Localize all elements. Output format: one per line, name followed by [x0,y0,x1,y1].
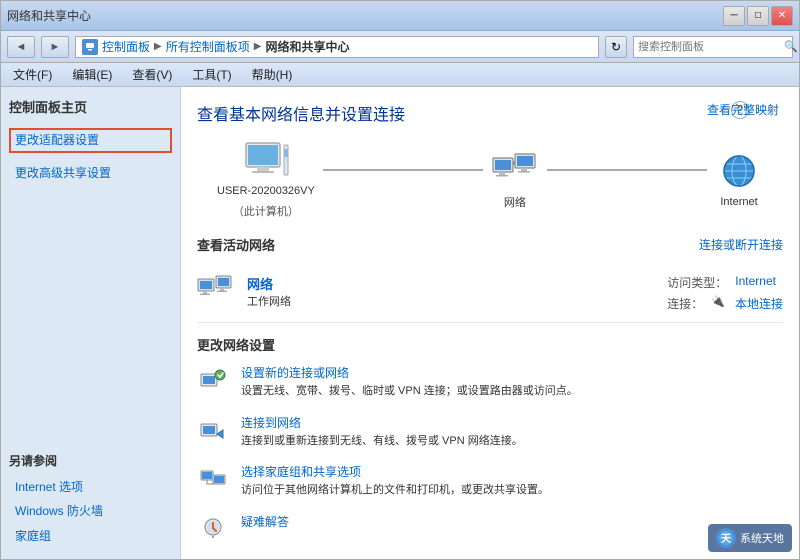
sidebar-link-sharing[interactable]: 更改高级共享设置 [9,161,172,186]
network-diagram: USER-20200326VY （此计算机） [197,141,783,219]
setting-link-0[interactable]: 设置新的连接或网络 [241,364,783,381]
content-title: 查看基本网络信息并设置连接 [197,101,783,125]
main-window: 网络和共享中心 ─ □ ✕ ◄ ► 控制面板 ▶ 所有控制面板项 ▶ 网络和共享… [0,0,800,560]
setting-item-1: 连接到网络 连接到或重新连接到无线、有线、拨号或 VPN 网络连接。 [197,414,783,450]
setting-item-3: 疑难解答 [197,513,783,545]
search-box: 🔍 [633,36,793,58]
setting-icon-0 [197,364,229,396]
net-label-internet: Internet [720,196,757,208]
network-card-icon [197,274,233,304]
search-icon[interactable]: 🔍 [784,40,798,53]
active-network-title: 查看活动网络 [197,235,275,254]
menu-edit[interactable]: 编辑(E) [68,64,116,85]
net-line-2 [547,169,707,171]
minimize-button[interactable]: ─ [723,6,745,26]
connect-value[interactable]: 本地连接 [735,295,783,312]
sidebar-also-section: 另请参阅 Internet 选项 Windows 防火墙 家庭组 [9,452,172,549]
menu-file[interactable]: 文件(F) [9,64,56,85]
setting-link-3[interactable]: 疑难解答 [241,513,783,530]
view-full-map-link[interactable]: 查看完整映射 [707,101,779,118]
network-type: 工作网络 [247,293,653,309]
connect-disconnect-link[interactable]: 连接或断开连接 [699,236,783,253]
net-sublabel-computer: （此计算机） [233,203,299,219]
access-type-value: Internet [735,274,776,291]
main-area: 控制面板主页 更改适配器设置 更改高级共享设置 另请参阅 Internet 选项… [1,87,799,559]
window-title: 网络和共享中心 [7,7,91,24]
breadcrumb-control-panel[interactable]: 控制面板 [102,38,150,55]
change-settings-title: 更改网络设置 [197,335,783,354]
net-line-1 [323,169,483,171]
breadcrumb-bar: 控制面板 ▶ 所有控制面板项 ▶ 网络和共享中心 [75,36,599,58]
breadcrumb-current: 网络和共享中心 [265,38,349,55]
title-bar: 网络和共享中心 ─ □ ✕ [1,1,799,31]
watermark-text: 系统天地 [740,530,784,546]
setting-desc-1: 连接到或重新连接到无线、有线、拨号或 VPN 网络连接。 [241,435,523,447]
setting-content-2: 选择家庭组和共享选项 访问位于其他网络计算机上的文件和打印机，或更改共享设置。 [241,463,783,499]
setting-content-1: 连接到网络 连接到或重新连接到无线、有线、拨号或 VPN 网络连接。 [241,414,783,450]
net-node-network: 网络 [491,150,539,210]
sidebar-also-title: 另请参阅 [9,452,172,469]
breadcrumb-icon [82,39,98,55]
internet-icon [715,152,763,190]
breadcrumb-sep1: ▶ [154,41,162,52]
active-network-header: 查看活动网络 连接或断开连接 [197,235,783,254]
sidebar-title: 控制面板主页 [9,97,172,116]
setting-icon-1 [197,414,229,446]
connect-row: 连接： 🔌 本地连接 [667,295,783,312]
watermark: 天 系统天地 [708,524,792,552]
computer-icon [242,141,290,179]
menu-bar: 文件(F) 编辑(E) 查看(V) 工具(T) 帮助(H) [1,63,799,87]
connect-label: 连接： [667,295,703,312]
title-bar-buttons: ─ □ ✕ [723,6,793,26]
sidebar: 控制面板主页 更改适配器设置 更改高级共享设置 另请参阅 Internet 选项… [1,87,181,559]
network-icon [491,150,539,188]
setting-content-3: 疑难解答 [241,513,783,532]
connect-icon: 🔌 [711,295,725,312]
back-button[interactable]: ◄ [7,36,35,58]
net-label-network: 网络 [504,194,526,210]
network-name[interactable]: 网络 [247,274,653,293]
title-bar-left: 网络和共享中心 [7,7,91,24]
access-type-row: 访问类型： Internet [667,274,783,291]
net-node-internet: Internet [715,152,763,208]
network-card: 网络 工作网络 访问类型： Internet 连接： 🔌 本地连接 [197,264,783,323]
setting-desc-0: 设置无线、宽带、拨号、临时或 VPN 连接；或设置路由器或访问点。 [241,385,578,397]
menu-tools[interactable]: 工具(T) [188,64,235,85]
setting-item-2: 选择家庭组和共享选项 访问位于其他网络计算机上的文件和打印机，或更改共享设置。 [197,463,783,499]
close-button[interactable]: ✕ [771,6,793,26]
sidebar-link-internet[interactable]: Internet 选项 [9,475,172,500]
setting-desc-2: 访问位于其他网络计算机上的文件和打印机，或更改共享设置。 [241,484,549,496]
breadcrumb-sep2: ▶ [254,41,262,52]
breadcrumb-all-items[interactable]: 所有控制面板项 [166,38,250,55]
setting-item-0: 设置新的连接或网络 设置无线、宽带、拨号、临时或 VPN 连接；或设置路由器或访… [197,364,783,400]
network-status: 访问类型： Internet 连接： 🔌 本地连接 [667,274,783,312]
setting-icon-3 [197,513,229,545]
setting-link-2[interactable]: 选择家庭组和共享选项 [241,463,783,480]
content-area: ? 查看基本网络信息并设置连接 查看完整映射 [181,87,799,559]
svg-text:天: 天 [721,533,732,545]
network-card-info: 网络 工作网络 [247,274,653,309]
address-bar: ◄ ► 控制面板 ▶ 所有控制面板项 ▶ 网络和共享中心 ↻ 🔍 [1,31,799,63]
menu-help[interactable]: 帮助(H) [248,64,297,85]
net-node-computer: USER-20200326VY （此计算机） [217,141,315,219]
maximize-button[interactable]: □ [747,6,769,26]
sidebar-link-firewall[interactable]: Windows 防火墙 [9,499,172,524]
net-label-computer: USER-20200326VY [217,185,315,197]
search-input[interactable] [638,41,780,53]
menu-view[interactable]: 查看(V) [128,64,176,85]
watermark-icon: 天 [716,528,736,548]
setting-icon-2 [197,463,229,495]
sidebar-link-homegroup[interactable]: 家庭组 [9,524,172,549]
access-type-label: 访问类型： [667,274,727,291]
setting-link-1[interactable]: 连接到网络 [241,414,783,431]
setting-content-0: 设置新的连接或网络 设置无线、宽带、拨号、临时或 VPN 连接；或设置路由器或访… [241,364,783,400]
forward-button[interactable]: ► [41,36,69,58]
sidebar-link-adapter[interactable]: 更改适配器设置 [9,128,172,153]
refresh-button[interactable]: ↻ [605,36,627,58]
